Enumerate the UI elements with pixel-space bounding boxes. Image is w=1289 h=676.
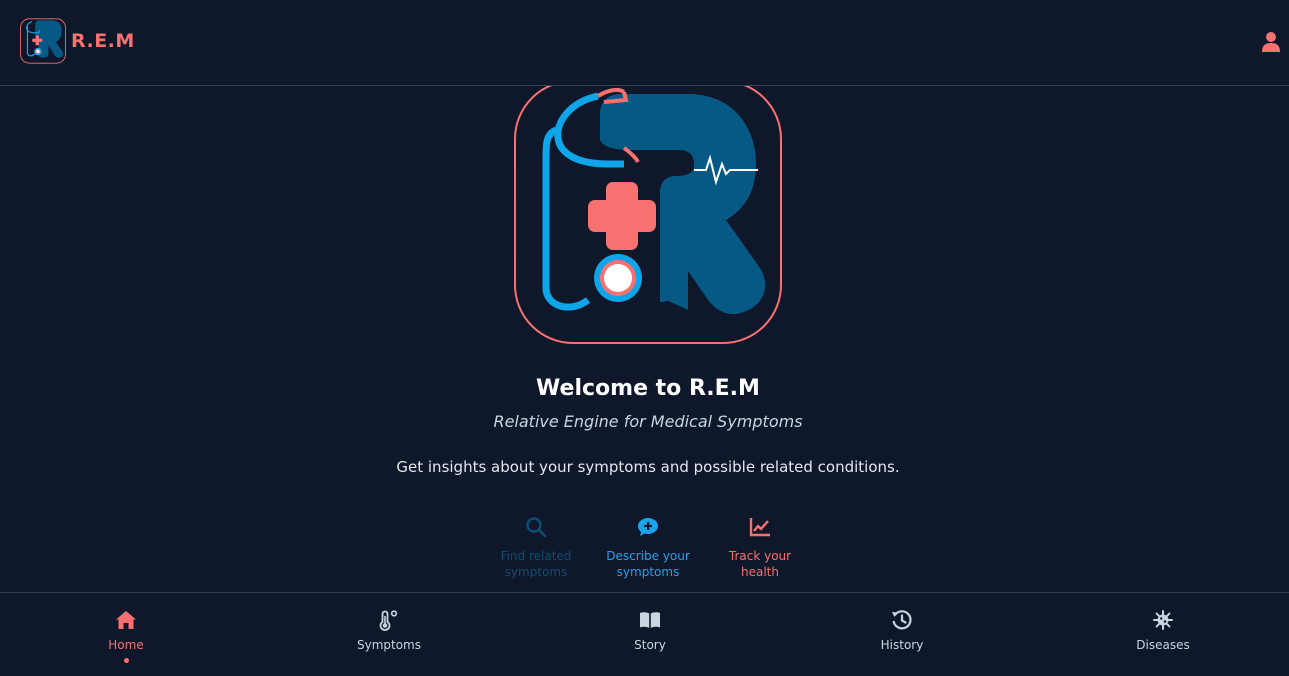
nav-story[interactable]: Story: [580, 593, 720, 676]
nav-symptoms[interactable]: Symptoms: [319, 593, 459, 676]
welcome-description: Get insights about your symptoms and pos…: [396, 458, 900, 476]
top-header: R.E.M: [0, 0, 1289, 86]
feature-label: Find related symptoms: [500, 549, 572, 579]
feature-find-related-symptoms[interactable]: Find related symptoms: [480, 516, 592, 580]
history-icon: [892, 610, 912, 630]
brand-name: R.E.M: [71, 30, 135, 52]
user-icon: [1262, 32, 1280, 52]
nav-label: Home: [108, 638, 144, 652]
nav-label: History: [880, 638, 924, 652]
nav-label: Diseases: [1136, 638, 1190, 652]
bottom-nav: Home Symptoms Story History Diseases: [0, 592, 1289, 676]
active-indicator: [123, 658, 129, 663]
nav-history[interactable]: History: [832, 593, 972, 676]
nav-home[interactable]: Home: [56, 593, 196, 676]
chart-line-icon: [749, 518, 770, 537]
user-profile-button[interactable]: [1261, 31, 1281, 53]
hero-logo-icon: [514, 86, 782, 344]
rem-logo-icon: [20, 18, 66, 64]
app-root: R.E.M Welcome to R.E.M Relative Engine f…: [0, 0, 1289, 676]
virus-icon: [1153, 610, 1173, 630]
feature-list: Find related symptoms Describe your sympto…: [480, 516, 816, 592]
home-icon: [116, 611, 136, 629]
nav-label: Story: [634, 638, 666, 652]
welcome-subtitle: Relative Engine for Medical Symptoms: [493, 412, 803, 431]
thermometer-icon: [379, 610, 398, 631]
feature-track-health[interactable]: Track your health: [704, 516, 816, 580]
nav-diseases[interactable]: Diseases: [1093, 593, 1233, 676]
chat-plus-icon: [638, 518, 658, 536]
book-icon: [640, 612, 660, 628]
main-content: Welcome to R.E.M Relative Engine for Med…: [0, 86, 1289, 592]
feature-label: Describe your symptoms: [606, 549, 690, 579]
welcome-title: Welcome to R.E.M: [536, 376, 760, 401]
feature-label: Track your health: [728, 549, 792, 579]
nav-label: Symptoms: [356, 638, 421, 652]
feature-describe-symptoms[interactable]: Describe your symptoms: [592, 516, 704, 580]
search-icon: [526, 517, 547, 538]
brand[interactable]: R.E.M: [20, 18, 135, 64]
